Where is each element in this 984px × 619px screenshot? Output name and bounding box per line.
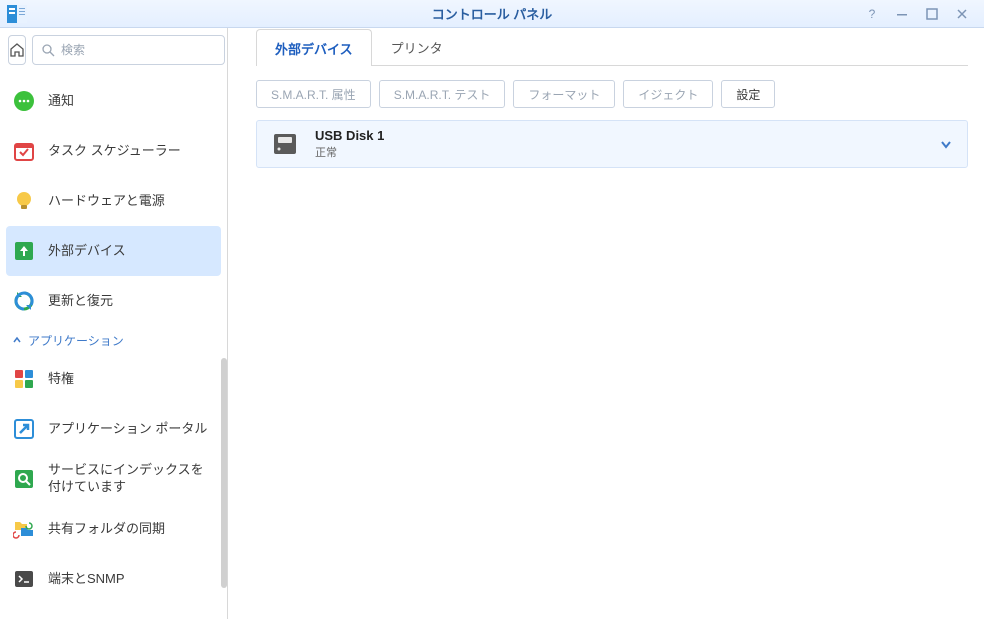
window-controls: ? (864, 6, 984, 22)
apps-icon (12, 367, 36, 391)
sidebar-item-label: 端末とSNMP (48, 571, 125, 588)
sidebar-item-label: 共有フォルダの同期 (48, 521, 165, 538)
search-icon (41, 43, 55, 57)
minimize-button[interactable] (894, 6, 910, 22)
sidebar-item-hardware-power[interactable]: ハードウェアと電源 (0, 176, 227, 226)
eject-button[interactable]: イジェクト (623, 80, 713, 108)
close-button[interactable] (954, 6, 970, 22)
disk-icon (271, 130, 299, 158)
tab-external-devices[interactable]: 外部デバイス (256, 29, 372, 66)
sidebar-item-update-restore[interactable]: 更新と復元 (0, 276, 227, 326)
device-status: 正常 (315, 144, 923, 160)
sidebar-section-applications[interactable]: アプリケーション (0, 326, 227, 354)
sidebar-item-label: 更新と復元 (48, 293, 113, 310)
toolbar: S.M.A.R.T. 属性 S.M.A.R.T. テスト フォーマット イジェク… (256, 66, 968, 120)
smart-test-button[interactable]: S.M.A.R.T. テスト (379, 80, 506, 108)
device-name: USB Disk 1 (315, 128, 923, 143)
titlebar: コントロール パネル ? (0, 0, 984, 28)
calendar-icon (12, 139, 36, 163)
main-panel: 外部デバイス プリンタ S.M.A.R.T. 属性 S.M.A.R.T. テスト… (228, 28, 984, 619)
chevron-up-icon (12, 335, 22, 345)
format-button[interactable]: フォーマット (513, 80, 615, 108)
chevron-down-icon (939, 137, 953, 151)
magnify-icon (12, 467, 36, 491)
terminal-icon (12, 567, 36, 591)
settings-button[interactable]: 設定 (721, 80, 775, 108)
help-button[interactable]: ? (864, 6, 880, 22)
sidebar-item-indexing[interactable]: サービスにインデックスを付けています (0, 454, 227, 504)
sidebar-item-notification[interactable]: 通知 (0, 76, 227, 126)
window-title: コントロール パネル (0, 4, 984, 23)
sidebar-item-app-portal[interactable]: アプリケーション ポータル (0, 404, 227, 454)
search-box[interactable] (32, 35, 225, 65)
tabs: 外部デバイス プリンタ (256, 28, 968, 66)
maximize-button[interactable] (924, 6, 940, 22)
bulb-icon (12, 189, 36, 213)
upload-icon (12, 239, 36, 263)
smart-attr-button[interactable]: S.M.A.R.T. 属性 (256, 80, 371, 108)
refresh-icon (12, 289, 36, 313)
app-icon (4, 4, 30, 24)
sidebar-scrollbar[interactable] (221, 358, 227, 588)
sidebar-item-label: サービスにインデックスを付けています (48, 462, 215, 496)
device-info: USB Disk 1 正常 (315, 128, 923, 160)
home-icon (9, 42, 25, 58)
sidebar-item-label: アプリケーション ポータル (48, 421, 207, 438)
search-input[interactable] (61, 43, 216, 57)
tab-printer[interactable]: プリンタ (372, 28, 462, 65)
shortcut-icon (12, 417, 36, 441)
sidebar-item-label: 外部デバイス (48, 243, 126, 260)
sidebar: 通知 タスク スケジューラー ハードウェアと電源 外部デバイス (0, 28, 228, 619)
sidebar-list: 通知 タスク スケジューラー ハードウェアと電源 外部デバイス (0, 72, 227, 619)
home-button[interactable] (8, 35, 26, 65)
sidebar-item-privileges[interactable]: 特権 (0, 354, 227, 404)
sidebar-item-shared-folder-sync[interactable]: 共有フォルダの同期 (0, 504, 227, 554)
sync-folders-icon (12, 517, 36, 541)
sidebar-section-label: アプリケーション (28, 332, 124, 349)
device-row[interactable]: USB Disk 1 正常 (256, 120, 968, 168)
sidebar-item-label: 通知 (48, 93, 74, 110)
sidebar-item-label: ハードウェアと電源 (48, 193, 165, 210)
svg-text:?: ? (869, 8, 876, 20)
chat-icon (12, 89, 36, 113)
sidebar-item-label: 特権 (48, 371, 74, 388)
sidebar-item-external-devices[interactable]: 外部デバイス (6, 226, 221, 276)
sidebar-item-terminal-snmp[interactable]: 端末とSNMP (0, 554, 227, 604)
sidebar-item-task-scheduler[interactable]: タスク スケジューラー (0, 126, 227, 176)
sidebar-item-label: タスク スケジューラー (48, 143, 181, 160)
